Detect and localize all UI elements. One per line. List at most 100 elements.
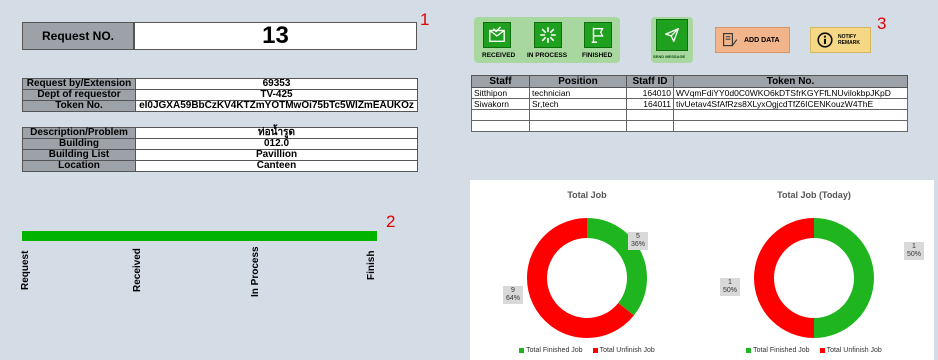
chart-legend: Total Finished Job Total Unfinish Job [694, 347, 934, 354]
add-data-button[interactable]: ADD DATA [715, 27, 790, 53]
finished-percent: 36% [631, 241, 646, 248]
position-cell [529, 120, 627, 132]
location-value: Canteen [135, 160, 418, 172]
legend-swatch-unfinished [592, 347, 598, 353]
in-process-button[interactable] [534, 22, 562, 48]
stage-finish-label: Finish [366, 250, 377, 280]
staff-cell [471, 120, 530, 132]
finished-percent: 50% [907, 251, 922, 258]
position-header: Position [529, 75, 627, 88]
dept-label: Dept of requestor [22, 89, 136, 101]
send-icon [665, 28, 679, 42]
token-cell [673, 120, 908, 132]
staff-table: Staff Position Staff ID Token No. Sitthi… [471, 75, 908, 132]
envelope-check-icon [489, 26, 505, 42]
unfinished-percent: 50% [723, 287, 738, 294]
table-row: Building List Pavillion [22, 149, 418, 161]
received-button[interactable] [483, 22, 511, 48]
unfinished-count: 9 [511, 287, 515, 294]
requester-table: Request by/Extension 69353 Dept of reque… [22, 78, 418, 112]
staff-header: Staff [471, 75, 530, 88]
request-by-value: 69353 [135, 78, 418, 90]
finished-count: 1 [912, 243, 916, 250]
staff-id-cell: 164010 [626, 87, 674, 99]
request-no-label: Request NO. [22, 22, 134, 50]
flag-icon [591, 27, 604, 43]
total-job-today-chart: Total Job (Today) 1 50% 1 50% Total Fini… [694, 180, 934, 360]
chart-title: Total Job (Today) [777, 190, 851, 200]
data-label-unfinished: 1 50% [720, 278, 741, 296]
send-message-group: SEND MESSAGE [651, 17, 693, 63]
token-no-header: Token No. [673, 75, 908, 88]
progress-bar [22, 231, 377, 241]
table-row: Location Canteen [22, 160, 418, 172]
chart-title: Total Job [567, 190, 607, 200]
unfinished-percent: 64% [506, 295, 521, 302]
send-message-button[interactable] [656, 19, 688, 51]
staff-cell: Sitthipon [471, 87, 530, 99]
legend-swatch-finished [519, 347, 525, 353]
table-row: Siwakorn Sr,tech 164011 tivUetav4SfAfRzs… [471, 98, 908, 110]
donut-slice-finished [813, 218, 874, 338]
legend-label: Total Finished Job [526, 347, 583, 354]
send-message-label: SEND MESSAGE [653, 54, 686, 59]
unfinished-count: 1 [728, 279, 732, 286]
stage-received-label: Received [132, 248, 143, 292]
token-label: Token No. [22, 100, 136, 112]
table-row [471, 109, 908, 121]
table-row [471, 120, 908, 132]
legend-item-finished: Total Finished Job [746, 347, 810, 354]
legend-item-unfinished: Total Unfinish Job [592, 347, 655, 354]
remark-label: REMARK [838, 40, 860, 46]
table-row: Description/Problem ท่อน้ำรูด [22, 127, 418, 139]
token-cell: WVqmFdiYY0d0C0WKO6kDTSfrKGYFfLNUvilokbpJ… [673, 87, 908, 99]
marker-1: 1 [420, 10, 430, 29]
position-cell [529, 109, 627, 121]
staff-id-header: Staff ID [626, 75, 674, 88]
request-no-value: 13 [134, 22, 417, 50]
legend-label: Total Finished Job [753, 347, 810, 354]
table-row: Sitthipon technician 164010 WVqmFdiYY0d0… [471, 87, 908, 99]
table-row: Token No. eI0JGXA59BbCzKV4KTZmYOTMwOi75b… [22, 100, 418, 112]
legend-swatch-finished [746, 347, 752, 353]
legend-item-finished: Total Finished Job [519, 347, 583, 354]
donut-chart [754, 218, 874, 338]
stage-request-label: Request [20, 250, 31, 290]
chart-legend: Total Finished Job Total Unfinish Job [470, 347, 704, 354]
finished-label: FINISHED [582, 52, 613, 59]
token-value: eI0JGXA59BbCzKV4KTZmYOTMwOi75bTc5WIZmEAU… [135, 100, 418, 112]
notify-remark-button[interactable]: NOTIFY REMARK [810, 27, 871, 53]
token-cell [673, 109, 908, 121]
legend-swatch-unfinished [819, 347, 825, 353]
token-cell: tivUetav4SfAfRzs8XLyxOgjcdTfZ6ICENKouzW4… [673, 98, 908, 110]
donut-slice-unfinished [754, 218, 815, 338]
location-table: Description/Problem ท่อน้ำรูด Building 0… [22, 127, 418, 172]
description-value: ท่อน้ำรูด [135, 127, 418, 139]
data-label-finished: 1 50% [904, 242, 925, 260]
position-cell: Sr,tech [529, 98, 627, 110]
in-process-label: IN PROCESS [527, 52, 568, 59]
loading-icon [539, 26, 557, 44]
marker-3: 3 [877, 14, 887, 33]
building-label: Building [22, 138, 136, 150]
add-data-label: ADD DATA [744, 36, 780, 44]
staff-cell: Siwakorn [471, 98, 530, 110]
staff-cell [471, 109, 530, 121]
edit-document-icon [723, 33, 738, 47]
description-label: Description/Problem [22, 127, 136, 139]
data-label-finished: 5 36% [628, 232, 649, 250]
stage-in-process-label: In Process [250, 246, 261, 297]
status-button-group: RECEIVED IN PROCESS FINISHED [474, 17, 620, 63]
table-header-row: Staff Position Staff ID Token No. [471, 75, 908, 88]
location-label: Location [22, 160, 136, 172]
legend-item-unfinished: Total Unfinish Job [819, 347, 882, 354]
building-value: 012.0 [135, 138, 418, 150]
finished-button[interactable] [584, 22, 612, 48]
total-job-chart: Total Job 5 36% 9 64% Total Finished Job… [470, 180, 704, 360]
legend-label: Total Unfinish Job [826, 347, 882, 354]
legend-label: Total Unfinish Job [599, 347, 655, 354]
table-row: Building 012.0 [22, 138, 418, 150]
received-label: RECEIVED [482, 52, 516, 59]
table-row: Request by/Extension 69353 [22, 78, 418, 90]
table-row: Dept of requestor TV-425 [22, 89, 418, 101]
